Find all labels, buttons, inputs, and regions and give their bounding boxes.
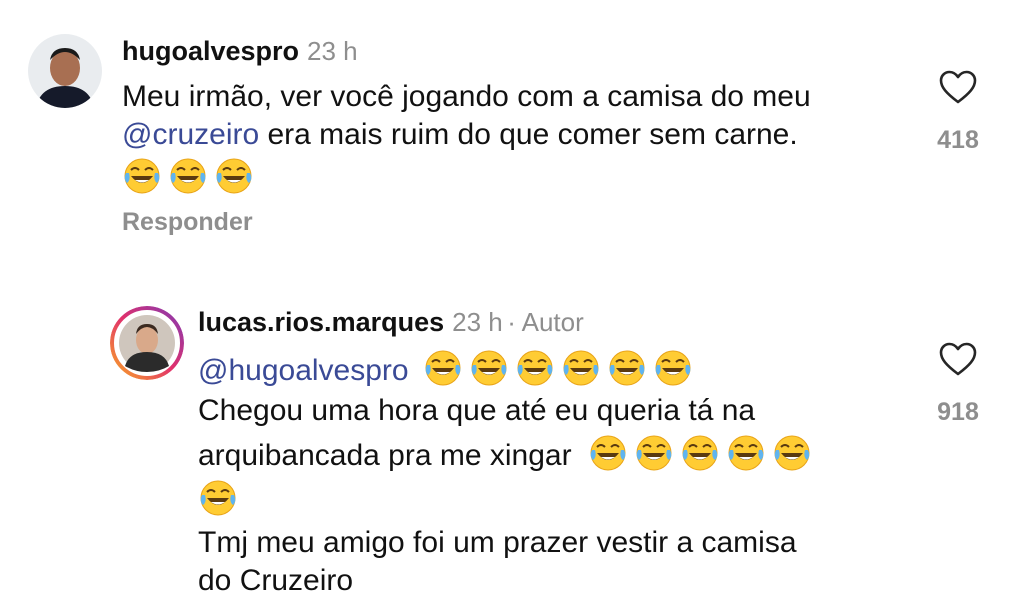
comment-line: @cruzeiro era mais ruim do que comer sem…: [122, 116, 902, 154]
avatar[interactable]: [28, 34, 102, 108]
comment-line: @hugoalvespro: [198, 348, 918, 393]
timestamp: 23 h: [307, 36, 358, 66]
emoji-row: [122, 156, 902, 198]
laughing-emoji-icon: [607, 348, 647, 388]
laughing-emoji-icon: [515, 348, 555, 388]
like-count: 918: [937, 398, 979, 426]
mention-link[interactable]: @hugoalvespro: [198, 354, 409, 387]
laughing-emoji-icon: [680, 433, 720, 473]
comment-line: arquibancada pra me xingar: [198, 433, 918, 478]
laughing-emoji-icon: [634, 433, 674, 473]
like-control: 418: [928, 68, 988, 155]
laughing-emoji-icon: [772, 433, 812, 473]
comment-line-text: arquibancada pra me xingar: [198, 439, 572, 472]
laughing-emoji-icon: [198, 478, 238, 518]
comment-text: @hugoalvespro Chegou uma hora que até eu…: [198, 348, 918, 603]
laughing-emoji-icon: [122, 156, 162, 196]
laughing-emoji-icon: [561, 348, 601, 388]
comment-line: Chegou uma hora que até eu queria tá na: [198, 394, 756, 427]
laughing-emoji-icon: [469, 348, 509, 388]
emoji-row: [198, 478, 918, 523]
mention-link[interactable]: @cruzeiro: [122, 118, 259, 151]
comment-text: Meu irmão, ver você jogando com a camisa…: [122, 78, 902, 198]
heart-outline-icon[interactable]: [938, 68, 978, 108]
comment-line: Meu irmão, ver você jogando com a camisa…: [122, 80, 811, 113]
like-control: 918: [928, 340, 988, 427]
username[interactable]: lucas.rios.marques: [198, 307, 444, 337]
avatar[interactable]: [110, 306, 184, 380]
author-badge: · Autor: [507, 307, 584, 337]
like-count: 418: [937, 126, 979, 154]
laughing-emoji-icon: [168, 156, 208, 196]
laughing-emoji-icon: [588, 433, 628, 473]
comment-line-text: era mais ruim do que comer sem carne.: [259, 118, 798, 151]
laughing-emoji-icon: [726, 433, 766, 473]
timestamp: 23 h: [452, 307, 503, 337]
username[interactable]: hugoalvespro: [122, 36, 299, 66]
reply-button[interactable]: Responder: [122, 208, 253, 237]
comment-line: do Cruzeiro: [198, 564, 354, 597]
laughing-emoji-icon: [653, 348, 693, 388]
heart-outline-icon[interactable]: [938, 340, 978, 380]
laughing-emoji-icon: [214, 156, 254, 196]
laughing-emoji-icon: [423, 348, 463, 388]
